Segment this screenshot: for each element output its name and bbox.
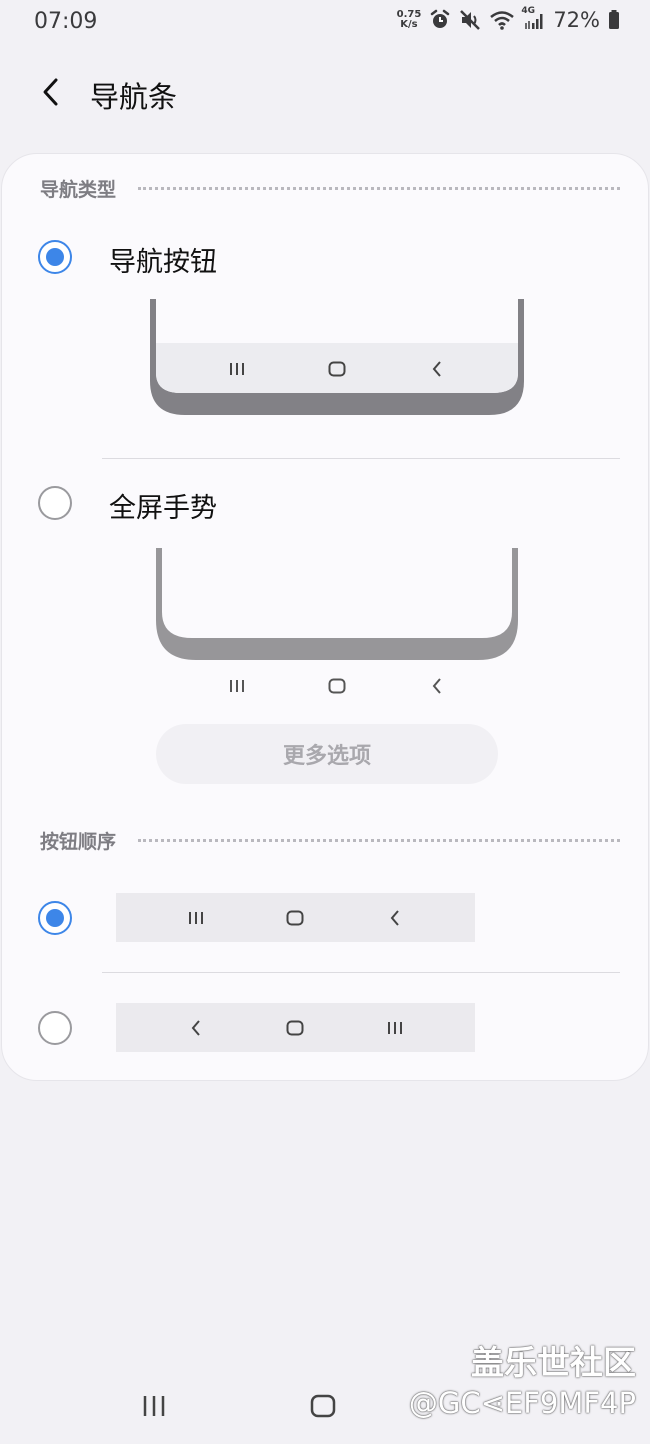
nav-buttons-illustration-icons <box>222 357 452 381</box>
option-fullscreen-gestures-label[interactable]: 全屏手势 <box>109 486 217 525</box>
nav-type-section-title: 导航类型 <box>40 178 117 201</box>
recents-icon <box>143 1396 165 1416</box>
network-type: 4G <box>521 6 535 16</box>
nav-type-section-header: 导航类型 <box>40 173 620 203</box>
recents-icon <box>181 906 211 930</box>
home-icon <box>322 357 352 381</box>
section-divider <box>138 838 620 842</box>
chevron-left-icon <box>43 78 58 106</box>
settings-card: 导航类型 导航按钮 全屏手势 更多选项 按钮顺序 <box>1 153 649 1081</box>
status-bar: 07:09 0.75 K/s 4G 72% <box>0 0 650 46</box>
mute-icon <box>459 9 481 31</box>
order-back-home-recents[interactable] <box>116 1003 475 1052</box>
network-speed-unit: K/s <box>400 19 418 30</box>
radio-nav-buttons[interactable] <box>38 240 72 274</box>
order-recents-home-back[interactable] <box>116 893 475 942</box>
wifi-icon <box>489 9 515 31</box>
section-divider <box>138 186 620 190</box>
back-icon <box>181 1016 211 1040</box>
app-header: 导航条 <box>0 60 650 124</box>
more-options-button[interactable]: 更多选项 <box>156 724 498 784</box>
signal-icon: 4G <box>521 6 545 31</box>
back-button[interactable] <box>30 74 70 110</box>
home-icon <box>322 674 352 698</box>
page-title: 导航条 <box>90 80 178 114</box>
watermark-user-id: @GC⋖EF9MF4P <box>408 1386 636 1420</box>
option-divider <box>102 972 620 973</box>
home-icon <box>280 906 310 930</box>
radio-fullscreen-gestures[interactable] <box>38 486 72 520</box>
system-home-button[interactable] <box>303 1388 343 1424</box>
fullscreen-gestures-illustration[interactable] <box>152 548 522 664</box>
button-order-section-title: 按钮顺序 <box>40 830 117 853</box>
radio-order-recents-home-back[interactable] <box>38 901 72 935</box>
recents-icon <box>222 357 252 381</box>
radio-order-back-home-recents[interactable] <box>38 1011 72 1045</box>
back-icon <box>422 674 452 698</box>
back-icon <box>422 357 452 381</box>
option-divider <box>102 458 620 459</box>
home-icon <box>280 1016 310 1040</box>
button-order-section-header: 按钮顺序 <box>40 825 620 855</box>
status-time: 07:09 <box>34 9 98 34</box>
recents-icon <box>380 1016 410 1040</box>
alarm-icon <box>429 9 451 31</box>
status-icons: 0.75 K/s 4G 72% <box>397 6 620 32</box>
back-icon <box>380 906 410 930</box>
battery-icon <box>608 9 620 31</box>
fullscreen-gestures-illustration-icons <box>222 674 452 698</box>
network-speed: 0.75 K/s <box>397 10 422 30</box>
system-recents-button[interactable] <box>134 1388 174 1424</box>
option-nav-buttons-label[interactable]: 导航按钮 <box>109 240 217 279</box>
home-icon <box>310 1394 336 1418</box>
recents-icon <box>222 674 252 698</box>
watermark-community: 盖乐世社区 <box>471 1343 636 1382</box>
battery-percent: 72% <box>553 8 600 32</box>
